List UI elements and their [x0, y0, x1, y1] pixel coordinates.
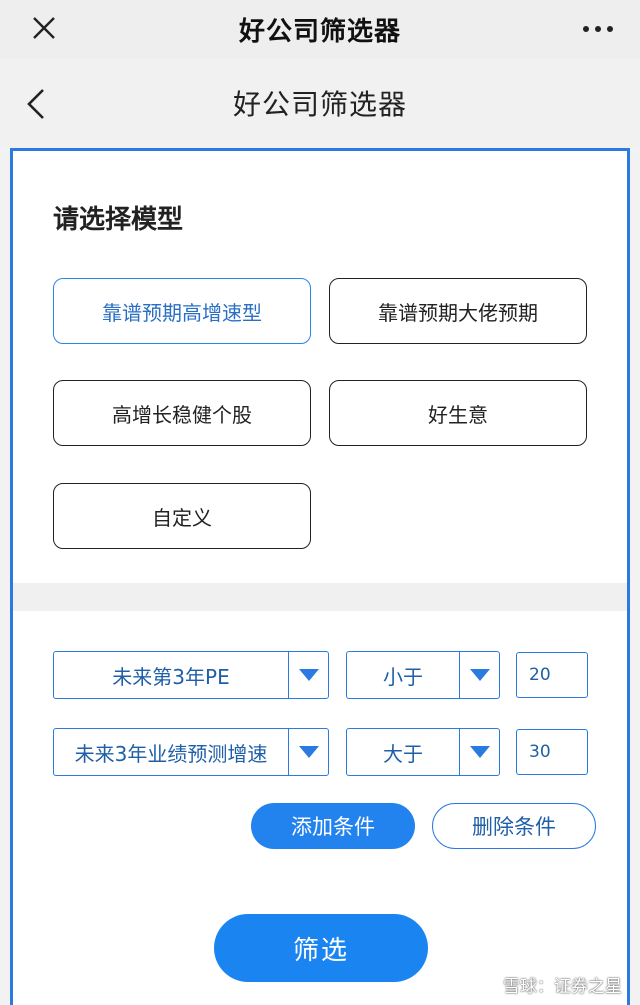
model-option-label: 高增长稳健个股: [112, 402, 252, 427]
caret-down-icon: [469, 746, 490, 758]
operator-select-value: 大于: [383, 741, 423, 766]
nav-bar: 好公司筛选器: [0, 58, 640, 148]
add-condition-label: 添加条件: [291, 815, 375, 839]
model-option-label: 好生意: [428, 402, 488, 427]
section-divider: [13, 583, 627, 611]
back-button[interactable]: [18, 84, 54, 124]
dropdown-button[interactable]: [459, 729, 499, 775]
operator-select-value: 小于: [383, 664, 423, 689]
caret-down-icon: [469, 669, 490, 681]
top-bar: 好公司筛选器: [0, 0, 640, 58]
model-option-stable-growth[interactable]: 高增长稳健个股: [53, 380, 311, 446]
chevron-left-icon: [27, 89, 44, 119]
model-option-label: 靠谱预期大佬预期: [378, 300, 538, 325]
metric-select-value: 未来3年业绩预测增速: [74, 741, 268, 766]
model-option-high-growth[interactable]: 靠谱预期高增速型: [53, 278, 311, 344]
model-section-title: 请选择模型: [53, 205, 184, 235]
value-input-2[interactable]: 30: [516, 729, 588, 775]
model-option-label: 自定义: [152, 505, 212, 530]
model-option-good-business[interactable]: 好生意: [329, 380, 587, 446]
delete-condition-button[interactable]: 删除条件: [432, 803, 596, 849]
watermark-text: 雪球：证券之星: [503, 977, 622, 997]
add-condition-button[interactable]: 添加条件: [251, 803, 415, 849]
close-button[interactable]: [26, 10, 62, 46]
model-option-label: 靠谱预期高增速型: [102, 300, 262, 325]
model-option-expert-expectation[interactable]: 靠谱预期大佬预期: [329, 278, 587, 344]
operator-select-1[interactable]: 小于: [346, 651, 500, 699]
model-option-custom[interactable]: 自定义: [53, 483, 311, 549]
metric-select-value: 未来第3年PE: [112, 664, 230, 689]
watermark: 雪球：证券之星: [475, 972, 622, 997]
dropdown-button[interactable]: [459, 652, 499, 698]
dropdown-button[interactable]: [288, 729, 328, 775]
caret-down-icon: [298, 746, 319, 758]
close-icon: [33, 17, 55, 39]
page-title: 好公司筛选器: [232, 88, 407, 121]
metric-select-2[interactable]: 未来3年业绩预测增速: [53, 728, 329, 776]
delete-condition-label: 删除条件: [472, 815, 556, 839]
operator-select-2[interactable]: 大于: [346, 728, 500, 776]
value-input-1[interactable]: 20: [516, 652, 588, 698]
snowball-logo-icon: [476, 974, 496, 995]
metric-select-1[interactable]: 未来第3年PE: [53, 651, 329, 699]
screener-panel: 请选择模型 靠谱预期高增速型 靠谱预期大佬预期 高增长稳健个股 好生意 自定义 …: [10, 148, 630, 1005]
caret-down-icon: [298, 669, 319, 681]
window-title: 好公司筛选器: [238, 16, 401, 47]
filter-button[interactable]: 筛选: [214, 914, 428, 982]
filter-label: 筛选: [292, 935, 349, 966]
more-button[interactable]: [578, 14, 618, 44]
more-horizontal-icon: [583, 26, 589, 32]
dropdown-button[interactable]: [288, 652, 328, 698]
